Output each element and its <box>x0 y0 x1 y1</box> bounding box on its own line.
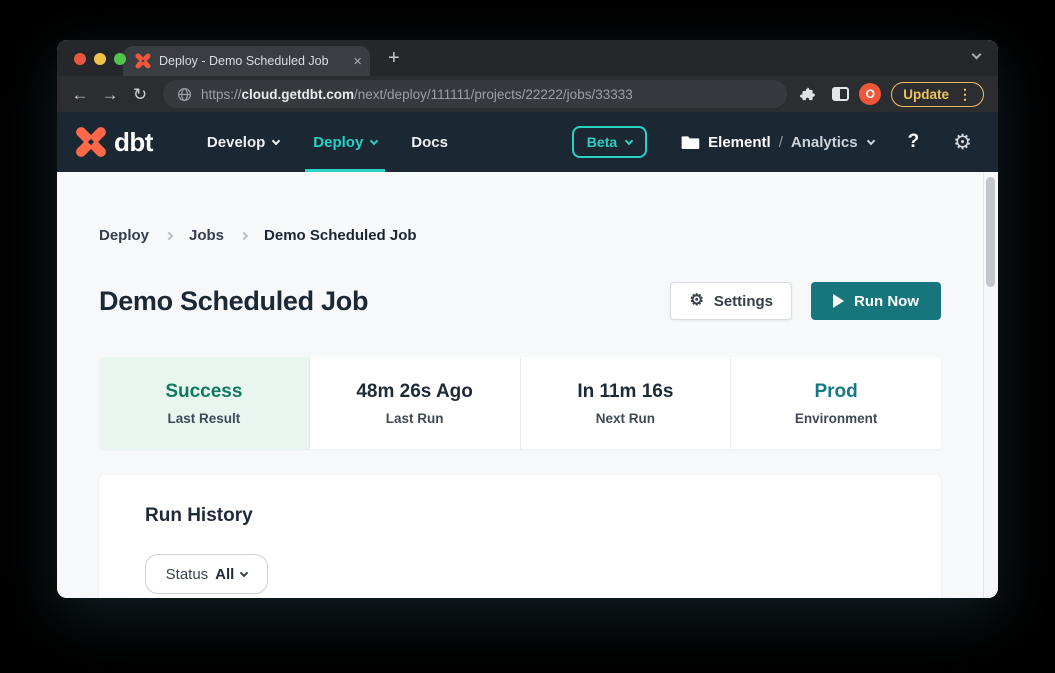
run-history-card: Run History Status All <box>99 475 941 598</box>
minimize-window-button[interactable] <box>94 53 106 65</box>
brand-name: dbt <box>114 127 153 158</box>
project-selector[interactable]: Elementl / Analytics <box>681 134 873 151</box>
stat-value: Prod <box>814 381 857 403</box>
gear-icon: ⚙ <box>689 293 703 309</box>
update-label: Update <box>903 87 949 102</box>
url-path: /next/deploy/111111/projects/22222/jobs/… <box>354 87 633 102</box>
help-button[interactable]: ? <box>908 131 920 153</box>
nav-item-docs[interactable]: Docs <box>401 112 458 172</box>
beta-badge-dropdown[interactable]: Beta <box>572 126 647 158</box>
dbt-favicon-icon <box>135 53 151 69</box>
url-scheme: https:// <box>201 87 242 102</box>
play-icon <box>833 294 844 308</box>
back-button[interactable]: ← <box>67 86 93 103</box>
browser-tab-bar: Deploy - Demo Scheduled Job × + <box>57 40 998 76</box>
account-name: Elementl <box>708 134 771 151</box>
filter-value: All <box>215 566 234 583</box>
breadcrumb-deploy[interactable]: Deploy <box>99 227 149 244</box>
browser-toolbar: ← → ↻ https://cloud.getdbt.com/next/depl… <box>57 76 998 112</box>
run-history-title: Run History <box>145 505 895 527</box>
window-controls <box>74 53 126 65</box>
browser-window: Deploy - Demo Scheduled Job × + ← → ↻ ht… <box>57 40 998 598</box>
extensions-icon[interactable] <box>799 86 816 103</box>
close-window-button[interactable] <box>74 53 86 65</box>
stat-value: In 11m 16s <box>577 381 673 403</box>
stat-value: 48m 26s Ago <box>356 381 473 403</box>
nav-item-label: Docs <box>411 134 448 151</box>
url-text: https://cloud.getdbt.com/next/deploy/111… <box>201 87 633 102</box>
stat-last-run: 48m 26s Ago Last Run <box>309 357 520 449</box>
stat-label: Last Result <box>167 411 240 426</box>
tab-title: Deploy - Demo Scheduled Job <box>159 54 345 68</box>
dbt-logo-icon <box>75 126 107 158</box>
page-title: Demo Scheduled Job <box>99 286 368 317</box>
reload-button[interactable]: ↻ <box>127 86 153 103</box>
run-now-button[interactable]: Run Now <box>811 282 941 320</box>
scrollbar-thumb[interactable] <box>986 177 995 287</box>
stat-next-run: In 11m 16s Next Run <box>520 357 731 449</box>
breadcrumb-jobs[interactable]: Jobs <box>189 227 224 244</box>
primary-nav: Develop Deploy Docs <box>197 112 458 172</box>
new-tab-button[interactable]: + <box>388 47 400 70</box>
beta-label: Beta <box>587 134 617 150</box>
stat-label: Next Run <box>596 411 655 426</box>
active-tab[interactable]: Deploy - Demo Scheduled Job × <box>123 46 370 76</box>
folder-icon <box>681 134 700 151</box>
chevron-right-icon <box>240 231 248 239</box>
stat-last-result: Success Last Result <box>99 357 309 449</box>
chevron-down-icon <box>625 136 633 144</box>
url-host: cloud.getdbt.com <box>242 87 355 102</box>
globe-icon <box>177 87 192 102</box>
tab-close-icon[interactable]: × <box>353 54 362 69</box>
scrollbar-track[interactable] <box>983 172 998 598</box>
settings-label: Settings <box>714 293 773 310</box>
chevron-down-icon <box>272 136 280 144</box>
update-browser-button[interactable]: Update ⋮ <box>891 82 984 107</box>
address-bar[interactable]: https://cloud.getdbt.com/next/deploy/111… <box>163 80 787 108</box>
profile-avatar[interactable]: O <box>859 83 881 105</box>
nav-item-label: Deploy <box>313 134 363 151</box>
chevron-down-icon <box>240 568 248 576</box>
page-content: Deploy Jobs Demo Scheduled Job Demo Sche… <box>57 172 998 598</box>
chevron-down-icon <box>370 136 378 144</box>
gear-icon[interactable]: ⚙ <box>953 132 972 153</box>
nav-item-deploy[interactable]: Deploy <box>303 112 387 172</box>
tab-search-chevron-icon[interactable] <box>972 50 982 60</box>
chevron-down-icon <box>866 136 874 144</box>
chevron-right-icon <box>165 231 173 239</box>
dbt-logo[interactable]: dbt <box>75 112 153 172</box>
forward-button[interactable]: → <box>97 86 123 103</box>
dbt-navbar: dbt Develop Deploy Docs Beta <box>57 112 998 172</box>
stat-label: Last Run <box>386 411 444 426</box>
status-filter-dropdown[interactable]: Status All <box>145 554 268 594</box>
maximize-window-button[interactable] <box>114 53 126 65</box>
project-name: Analytics <box>791 134 858 151</box>
breadcrumb-separator: / <box>779 134 783 151</box>
side-panel-icon[interactable] <box>832 87 849 101</box>
browser-menu-icon[interactable]: ⋮ <box>958 86 972 103</box>
stat-environment: Prod Environment <box>730 357 941 449</box>
run-now-label: Run Now <box>854 293 919 310</box>
filter-label: Status <box>166 566 209 583</box>
stat-value: Success <box>165 381 242 403</box>
job-status-strip: Success Last Result 48m 26s Ago Last Run… <box>99 357 941 449</box>
nav-item-label: Develop <box>207 134 265 151</box>
nav-item-develop[interactable]: Develop <box>197 112 289 172</box>
breadcrumb-current: Demo Scheduled Job <box>264 227 417 244</box>
settings-button[interactable]: ⚙ Settings <box>670 282 792 320</box>
stat-label: Environment <box>795 411 878 426</box>
breadcrumb: Deploy Jobs Demo Scheduled Job <box>99 227 941 244</box>
